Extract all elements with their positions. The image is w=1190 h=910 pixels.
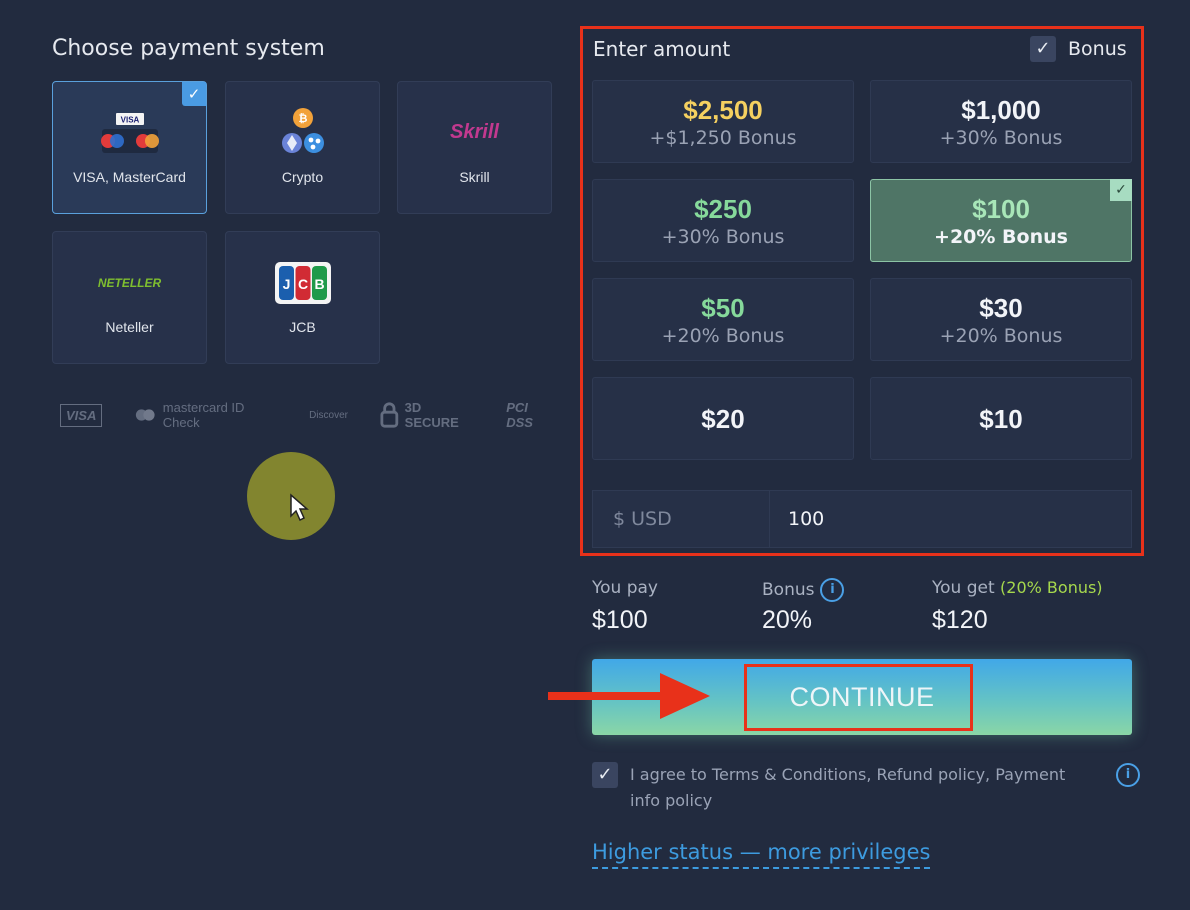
lock-3d-secure-icon: 3D SECURE <box>380 400 474 430</box>
crypto-icon: ₿ <box>273 107 333 155</box>
selected-check-icon: ✓ <box>182 82 206 106</box>
visa-logo-text: VISA <box>120 115 139 124</box>
method-neteller[interactable]: NETELLER Neteller <box>52 231 207 364</box>
method-visa-mastercard[interactable]: ✓ VISA VISA, MasterCard <box>52 81 207 214</box>
info-icon[interactable]: i <box>820 578 845 602</box>
red-arrow-icon <box>660 673 710 719</box>
info-icon[interactable]: i <box>1116 763 1140 787</box>
bonus-block: Bonus i 20% <box>762 578 845 635</box>
bonus-summary-label: Bonus <box>762 580 815 600</box>
svg-text:₿: ₿ <box>298 113 307 125</box>
you-pay-value: $100 <box>592 606 648 634</box>
mastercard-idcheck-icon: mastercard ID Check <box>134 400 277 430</box>
method-skrill[interactable]: Skrill Skrill <box>397 81 552 214</box>
agree-text: I agree to Terms & Conditions, Refund po… <box>630 765 1066 810</box>
you-get-bonus-note: (20% Bonus) <box>1000 578 1103 597</box>
svg-text:C: C <box>297 276 307 292</box>
method-label: Neteller <box>105 318 154 335</box>
you-pay-label: You pay <box>592 578 658 598</box>
svg-text:J: J <box>282 276 290 292</box>
method-jcb[interactable]: J C B JCB <box>225 231 380 364</box>
you-get-value: $120 <box>932 606 988 634</box>
visa-badge-icon: VISA <box>60 403 103 427</box>
discover-protect-icon: Discover <box>309 409 348 421</box>
you-pay-block: You pay $100 <box>592 578 658 635</box>
mouse-pointer-icon <box>290 493 309 522</box>
skrill-icon: Skrill <box>450 121 499 143</box>
visa-mastercard-icon: VISA <box>100 111 160 155</box>
method-crypto[interactable]: ₿ Crypto <box>225 81 380 214</box>
highlight-frame-amount <box>580 26 1144 556</box>
method-label: JCB <box>289 318 316 335</box>
jcb-icon: J C B <box>274 261 331 305</box>
pci-dss-icon: PCI DSS <box>506 400 533 430</box>
agree-check-icon[interactable]: ✓ <box>592 762 618 788</box>
method-label: Skrill <box>459 168 490 185</box>
you-get-block: You get (20% Bonus) $120 <box>932 578 1103 635</box>
svg-text:B: B <box>314 276 324 292</box>
you-get-label: You get <box>932 578 995 598</box>
method-label: VISA, MasterCard <box>73 168 186 185</box>
red-arrow-shaft <box>548 692 668 700</box>
payment-system-title: Choose payment system <box>52 36 325 61</box>
neteller-icon: NETELLER <box>97 275 162 290</box>
bonus-summary-value: 20% <box>762 606 813 634</box>
highlight-frame-continue <box>744 664 973 731</box>
higher-status-link[interactable]: Higher status — more privileges <box>592 840 931 869</box>
method-label: Crypto <box>281 168 324 185</box>
agree-row: ✓ I agree to Terms & Conditions, Refund … <box>592 762 1140 814</box>
trust-badges: VISA mastercard ID Check Discover 3D SEC… <box>60 390 555 440</box>
